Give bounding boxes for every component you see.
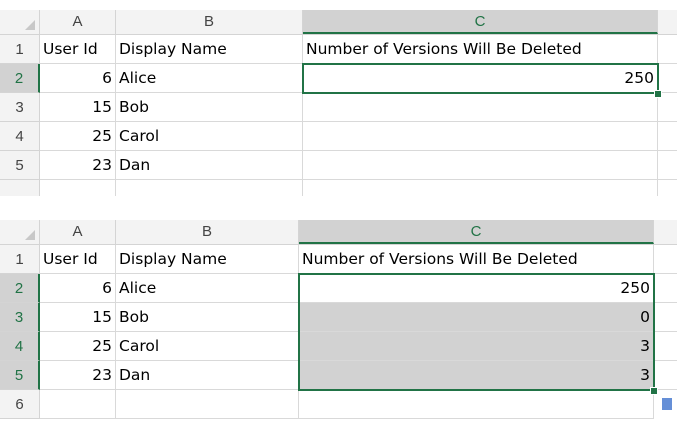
- cell-c1[interactable]: Number of Versions Will Be Deleted: [299, 245, 654, 274]
- row-header-1[interactable]: 1: [0, 35, 40, 64]
- cell-b6[interactable]: [116, 390, 299, 419]
- column-header-row: A B C: [0, 10, 677, 35]
- cell-b2[interactable]: Alice: [116, 64, 303, 93]
- cell-a1[interactable]: User Id: [40, 245, 116, 274]
- cell-c4[interactable]: [303, 122, 658, 151]
- cell-d5[interactable]: [654, 361, 677, 390]
- cell-b6[interactable]: [116, 180, 303, 196]
- select-all-corner[interactable]: [0, 220, 40, 244]
- cell-a2[interactable]: 6: [40, 64, 116, 93]
- cell-c1[interactable]: Number of Versions Will Be Deleted: [303, 35, 658, 64]
- cell-b5[interactable]: Dan: [116, 361, 299, 390]
- cell-d3[interactable]: [654, 303, 677, 332]
- column-header-c[interactable]: C: [303, 10, 658, 34]
- column-header-c[interactable]: C: [299, 220, 654, 244]
- cell-d2[interactable]: [654, 274, 677, 303]
- cell-c3[interactable]: 0: [299, 303, 654, 332]
- cell-c2[interactable]: 250: [299, 274, 654, 303]
- cell-b5[interactable]: Dan: [116, 151, 303, 180]
- cell-d1[interactable]: [654, 245, 677, 274]
- column-header-b[interactable]: B: [116, 10, 303, 34]
- cell-c3[interactable]: [303, 93, 658, 122]
- cell-a4[interactable]: 25: [40, 332, 116, 361]
- cell-b1[interactable]: Display Name: [116, 35, 303, 64]
- quick-analysis-icon[interactable]: [662, 398, 672, 410]
- cell-c6[interactable]: [303, 180, 658, 196]
- column-header-row: A B C: [0, 220, 677, 245]
- cell-a6[interactable]: [40, 180, 116, 196]
- cell-b3[interactable]: Bob: [116, 93, 303, 122]
- cell-d4[interactable]: [658, 122, 677, 151]
- column-header-a[interactable]: A: [40, 220, 116, 244]
- cell-c4[interactable]: 3: [299, 332, 654, 361]
- row-header-5[interactable]: 5: [0, 151, 40, 180]
- cell-d1[interactable]: [658, 35, 677, 64]
- cell-a3[interactable]: 15: [40, 303, 116, 332]
- cell-b3[interactable]: Bob: [116, 303, 299, 332]
- cell-d2[interactable]: [658, 64, 677, 93]
- column-header-a[interactable]: A: [40, 10, 116, 34]
- cell-c2[interactable]: 250: [303, 64, 658, 93]
- row-header-4[interactable]: 4: [0, 122, 40, 151]
- column-header-b[interactable]: B: [116, 220, 299, 244]
- column-header-d[interactable]: [654, 220, 677, 244]
- cell-b2[interactable]: Alice: [116, 274, 299, 303]
- fill-handle[interactable]: [650, 387, 658, 395]
- cell-a5[interactable]: 23: [40, 151, 116, 180]
- cell-a6[interactable]: [40, 390, 116, 419]
- cell-a4[interactable]: 25: [40, 122, 116, 151]
- cell-c6[interactable]: [299, 390, 654, 419]
- row-header-6[interactable]: [0, 180, 40, 196]
- cell-d5[interactable]: [658, 151, 677, 180]
- select-all-corner[interactable]: [0, 10, 40, 34]
- cell-b4[interactable]: Carol: [116, 122, 303, 151]
- cell-c5[interactable]: 3: [299, 361, 654, 390]
- row-header-3[interactable]: 3: [0, 93, 40, 122]
- cell-a2[interactable]: 6: [40, 274, 116, 303]
- cell-c5[interactable]: [303, 151, 658, 180]
- row-header-1[interactable]: 1: [0, 245, 40, 274]
- cell-b1[interactable]: Display Name: [116, 245, 299, 274]
- cell-d4[interactable]: [654, 332, 677, 361]
- row-header-5[interactable]: 5: [0, 361, 40, 390]
- spreadsheet-top: A B C 1 User Id Display Name Number of V…: [0, 10, 677, 196]
- column-header-d[interactable]: [658, 10, 677, 34]
- row-header-2[interactable]: 2: [0, 274, 40, 303]
- row-header-2[interactable]: 2: [0, 64, 40, 93]
- cell-a3[interactable]: 15: [40, 93, 116, 122]
- row-header-6[interactable]: 6: [0, 390, 40, 419]
- cell-a1[interactable]: User Id: [40, 35, 116, 64]
- row-header-3[interactable]: 3: [0, 303, 40, 332]
- cell-b4[interactable]: Carol: [116, 332, 299, 361]
- cell-a5[interactable]: 23: [40, 361, 116, 390]
- fill-handle[interactable]: [654, 90, 662, 98]
- row-header-4[interactable]: 4: [0, 332, 40, 361]
- spreadsheet-bottom: A B C 1 User Id Display Name Number of V…: [0, 220, 677, 430]
